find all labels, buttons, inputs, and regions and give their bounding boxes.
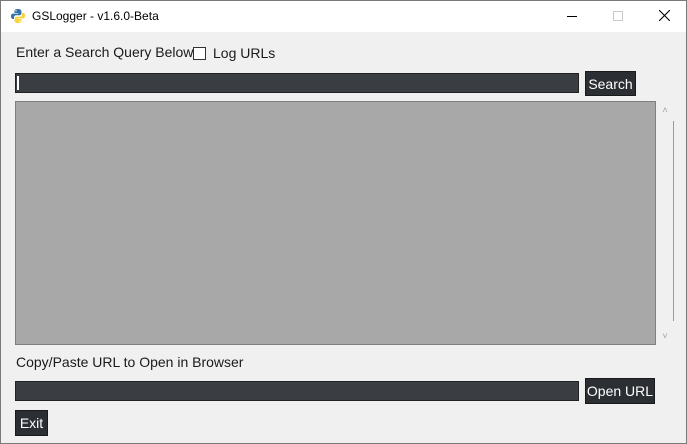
close-button[interactable] xyxy=(641,1,687,32)
text-caret xyxy=(17,76,19,90)
scroll-up-icon[interactable]: ˄ xyxy=(656,103,674,117)
open-url-label: Copy/Paste URL to Open in Browser xyxy=(16,354,244,370)
minimize-icon xyxy=(567,8,577,26)
search-input[interactable] xyxy=(15,73,579,93)
log-urls-label[interactable]: Log URLs xyxy=(213,45,275,61)
window-title: GSLogger - v1.6.0-Beta xyxy=(32,9,159,23)
search-prompt-label: Enter a Search Query Below xyxy=(16,44,194,60)
close-icon xyxy=(658,8,670,26)
scroll-thumb[interactable] xyxy=(673,121,674,321)
url-input[interactable] xyxy=(15,381,579,401)
checkbox-box[interactable] xyxy=(193,46,206,60)
results-scrollbar[interactable]: ˄ ˅ xyxy=(656,101,674,345)
app-window: GSLogger - v1.6.0-Beta Enter a Search Qu… xyxy=(0,0,687,444)
minimize-button[interactable] xyxy=(549,1,595,32)
maximize-button[interactable] xyxy=(595,1,641,32)
exit-button[interactable]: Exit xyxy=(15,410,48,436)
maximize-icon xyxy=(613,8,623,26)
log-urls-checkbox[interactable]: Log URLs xyxy=(193,44,275,61)
scroll-down-icon[interactable]: ˅ xyxy=(656,329,674,343)
python-icon xyxy=(10,8,26,24)
title-bar[interactable]: GSLogger - v1.6.0-Beta xyxy=(1,1,686,32)
results-output-area[interactable] xyxy=(15,101,656,345)
open-url-button[interactable]: Open URL xyxy=(585,378,655,404)
search-button[interactable]: Search xyxy=(585,71,636,96)
